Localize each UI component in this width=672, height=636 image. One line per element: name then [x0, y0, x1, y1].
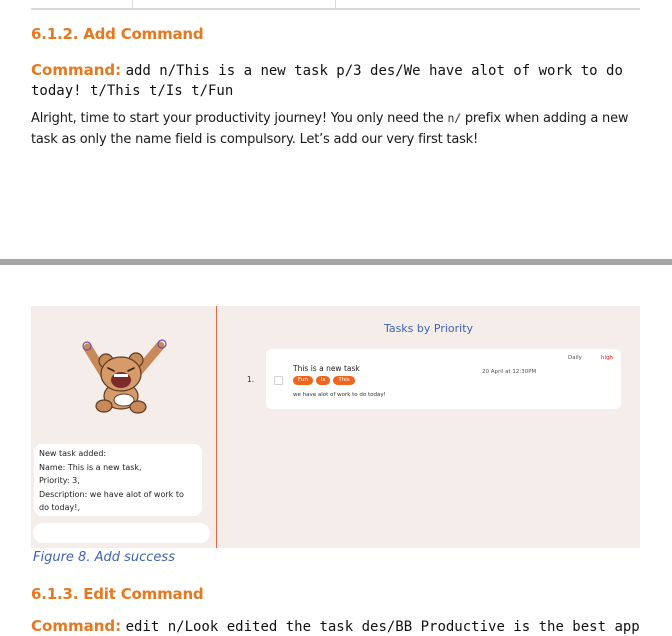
command-line: Command: add n/This is a new task p/3 de… [31, 61, 623, 80]
bubble-line: Description: we have alot of work to [39, 489, 184, 499]
tag-badge: This [333, 376, 355, 385]
bubble-line: New task added: [39, 449, 107, 458]
command-line: Command: edit n/Look edited the task des… [31, 617, 640, 636]
page-separator [0, 259, 672, 265]
bot-reply-bubble: New task added: Name: This is a new task… [34, 444, 202, 516]
command-label: Command: [31, 617, 122, 635]
command-code: edit n/Look edited the task des/BB Produ… [125, 619, 640, 635]
table-bottom-border [31, 0, 640, 10]
tasks-by-priority-title: Tasks by Priority [383, 322, 474, 335]
command-input-box[interactable] [33, 523, 210, 543]
section-heading-add-command: 6.1.2. Add Command [31, 25, 204, 43]
section-heading-edit-command: 6.1.3. Edit Command [31, 585, 204, 603]
command-code-continued: today! t/This t/Is t/Fun [31, 83, 234, 99]
bubble-line: Priority: 3, [39, 476, 80, 485]
task-recurrence: Daily [568, 355, 582, 361]
task-tags: Fun Is This [293, 376, 355, 385]
add-success-screenshot: New task added: Name: This is a new task… [31, 306, 640, 548]
figure-caption: Figure 8. Add success [33, 550, 175, 565]
bubble-line: do today!, [39, 503, 81, 512]
table-column-divider [335, 0, 336, 8]
table-column-divider [132, 0, 133, 8]
bubble-line: Name: This is a new task, [39, 462, 142, 472]
task-date: 20 April at 12:30PM [482, 369, 537, 375]
panel-divider [216, 306, 217, 548]
task-checkbox[interactable] [274, 376, 283, 385]
task-name: This is a new task [293, 364, 360, 373]
paragraph-line: task as only the name field is compulsor… [31, 132, 479, 147]
bear-mascot-icon [82, 339, 167, 414]
task-card[interactable]: This is a new task Fun Is This we have a… [266, 349, 621, 409]
task-priority: high [601, 355, 613, 361]
tag-badge: Fun [293, 376, 313, 385]
inline-code: n/ [447, 111, 461, 125]
task-description: we have alot of work to do today! [293, 392, 386, 398]
command-code: add n/This is a new task p/3 des/We have… [125, 63, 623, 79]
tag-badge: Is [315, 376, 331, 385]
paragraph-line: Alright, time to start your productivity… [31, 108, 629, 129]
command-label: Command: [31, 61, 122, 79]
paragraph-text: prefix when adding a new [464, 111, 629, 126]
chat-panel: New task added: Name: This is a new task… [31, 306, 216, 548]
paragraph-text: Alright, time to start your productivity… [31, 111, 444, 126]
task-index: 1. [247, 375, 255, 384]
